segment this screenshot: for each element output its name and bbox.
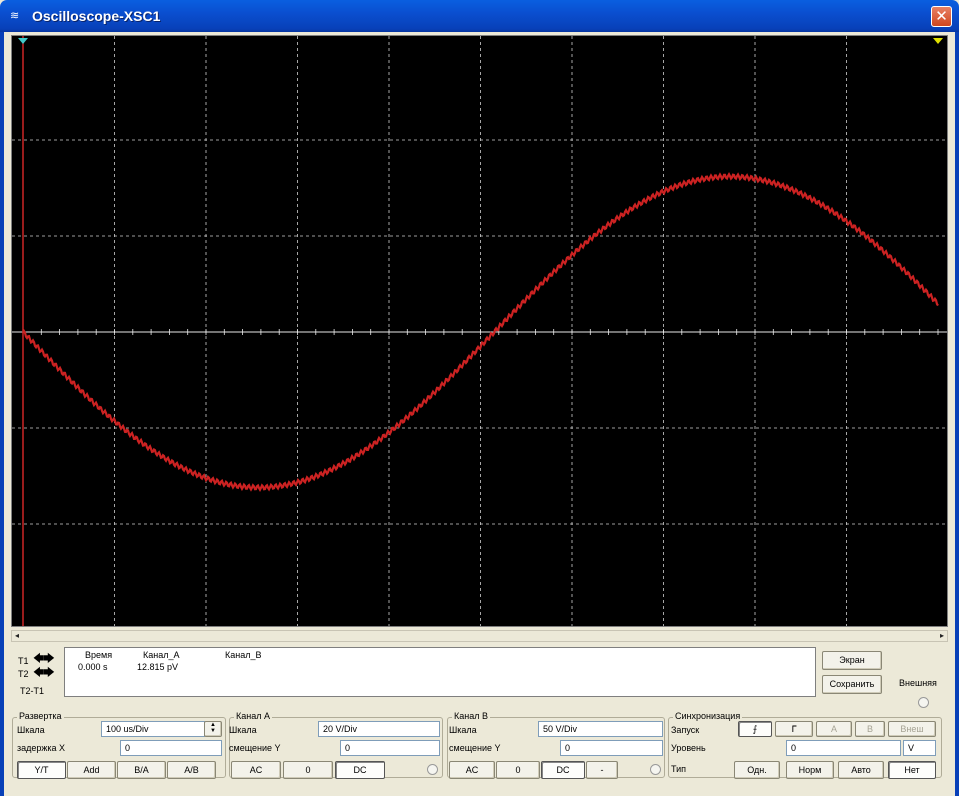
channel-b-scale-label: Шкала bbox=[449, 725, 477, 735]
mode-ba-button[interactable]: B/A bbox=[117, 761, 166, 779]
mode-ab-button[interactable]: A/B bbox=[167, 761, 216, 779]
channel-b-scale-field[interactable]: 50 V/Div bbox=[538, 721, 663, 737]
rising-edge-button[interactable]: ⨍ bbox=[738, 721, 772, 737]
header-time: Время bbox=[85, 650, 113, 660]
scope-screen[interactable] bbox=[11, 35, 948, 627]
trigger-source-a-button[interactable]: A bbox=[816, 721, 852, 737]
channel-a-ground-terminal[interactable] bbox=[427, 764, 438, 775]
title-bar: ≋ Oscilloscope-XSC1 ✕ bbox=[0, 0, 959, 32]
timebase-scale-label: Шкала bbox=[17, 725, 45, 735]
timebase-scale-field[interactable]: 100 us/Div bbox=[101, 721, 205, 737]
channel-b-minus-button[interactable]: - bbox=[586, 761, 618, 779]
window-title: Oscilloscope-XSC1 bbox=[32, 8, 161, 24]
channel-a-offset-field[interactable]: 0 bbox=[340, 740, 440, 756]
channel-a-scale-label: Шкала bbox=[229, 725, 257, 735]
channel-a-ac-button[interactable]: AC bbox=[231, 761, 281, 779]
header-channel-b: Канал_B bbox=[225, 650, 262, 660]
close-icon: ✕ bbox=[935, 7, 948, 25]
t2t1-label: T2-T1 bbox=[20, 686, 45, 696]
trigger-source-b-button[interactable]: B bbox=[855, 721, 885, 737]
measurement-panel: Время Канал_A Канал_B 0.000 s 12.815 pV bbox=[64, 647, 816, 697]
external-trigger-label: Внешняя bbox=[899, 678, 937, 688]
trigger-normal-button[interactable]: Норм bbox=[786, 761, 834, 779]
trigger-source-ext-button[interactable]: Внеш bbox=[888, 721, 936, 737]
screen-reverse-button[interactable]: Экран bbox=[822, 651, 882, 670]
header-channel-a: Канал_A bbox=[143, 650, 180, 660]
scroll-left-icon[interactable]: ◂ bbox=[15, 631, 19, 641]
t1-arrows[interactable]: 🡄🡆 bbox=[33, 654, 59, 666]
trigger-group-label: Синхронизация bbox=[673, 711, 743, 721]
channel-a-scale-field[interactable]: 20 V/Div bbox=[318, 721, 440, 737]
delay-x-label: задержка X bbox=[17, 743, 66, 753]
trigger-level-label: Уровень bbox=[671, 743, 706, 753]
scope-grid bbox=[12, 36, 947, 626]
channel-b-group-label: Канал B bbox=[452, 711, 490, 721]
save-button[interactable]: Сохранить bbox=[822, 675, 882, 694]
external-trigger-terminal[interactable] bbox=[918, 697, 929, 708]
falling-edge-icon: ᒥ bbox=[791, 724, 797, 734]
channel-b-zero-button[interactable]: 0 bbox=[496, 761, 540, 779]
close-button[interactable]: ✕ bbox=[931, 6, 952, 27]
trigger-level-field[interactable]: 0 bbox=[786, 740, 901, 756]
arrow-right-icon[interactable]: 🡆 bbox=[43, 667, 54, 679]
timebase-stepper[interactable]: ▲ ▼ bbox=[204, 721, 222, 737]
trigger-level-unit[interactable]: V bbox=[903, 740, 936, 756]
t1-time-value: 0.000 s bbox=[78, 662, 108, 672]
t2-arrows[interactable]: 🡄🡆 bbox=[33, 668, 59, 680]
channel-a-zero-button[interactable]: 0 bbox=[283, 761, 333, 779]
cursor-t1-marker bbox=[18, 38, 28, 44]
rising-edge-icon: ⨍ bbox=[752, 724, 758, 734]
cursor-t2-marker bbox=[933, 38, 943, 44]
scroll-right-icon[interactable]: ▸ bbox=[940, 631, 944, 641]
stepper-down-icon[interactable]: ▼ bbox=[210, 728, 216, 734]
mode-yt-button[interactable]: Y/T bbox=[17, 761, 66, 779]
oscilloscope-icon: ≋ bbox=[10, 10, 20, 22]
delay-x-field[interactable]: 0 bbox=[120, 740, 222, 756]
channel-a-group-label: Канал A bbox=[234, 711, 272, 721]
window-frame-right bbox=[955, 32, 959, 796]
window-frame-left bbox=[0, 32, 4, 796]
channel-a-dc-button[interactable]: DC bbox=[335, 761, 385, 779]
channel-b-dc-button[interactable]: DC bbox=[541, 761, 585, 779]
trigger-single-button[interactable]: Одн. bbox=[734, 761, 780, 779]
channel-a-offset-label: смещение Y bbox=[229, 743, 281, 753]
t2-label: T2 bbox=[18, 669, 29, 679]
arrow-left-icon[interactable]: 🡄 bbox=[33, 667, 44, 679]
t1-channel-a-value: 12.815 pV bbox=[137, 662, 179, 672]
screen-scrollbar[interactable]: ◂ ▸ bbox=[11, 630, 948, 642]
trigger-type-label: Тип bbox=[671, 764, 687, 774]
trigger-edge-label: Запуск bbox=[671, 725, 700, 735]
channel-b-ground-terminal[interactable] bbox=[650, 764, 661, 775]
arrow-right-icon[interactable]: 🡆 bbox=[43, 653, 54, 665]
arrow-left-icon[interactable]: 🡄 bbox=[33, 653, 44, 665]
channel-b-offset-field[interactable]: 0 bbox=[560, 740, 663, 756]
mode-add-button[interactable]: Add bbox=[67, 761, 116, 779]
scope-display bbox=[12, 36, 947, 626]
falling-edge-button[interactable]: ᒥ bbox=[775, 721, 813, 737]
trigger-none-button[interactable]: Нет bbox=[888, 761, 936, 779]
t1-label: T1 bbox=[18, 656, 29, 666]
trigger-auto-button[interactable]: Авто bbox=[838, 761, 884, 779]
timebase-group-label: Развертка bbox=[17, 711, 64, 721]
channel-b-ac-button[interactable]: AC bbox=[449, 761, 495, 779]
channel-b-offset-label: смещение Y bbox=[449, 743, 501, 753]
